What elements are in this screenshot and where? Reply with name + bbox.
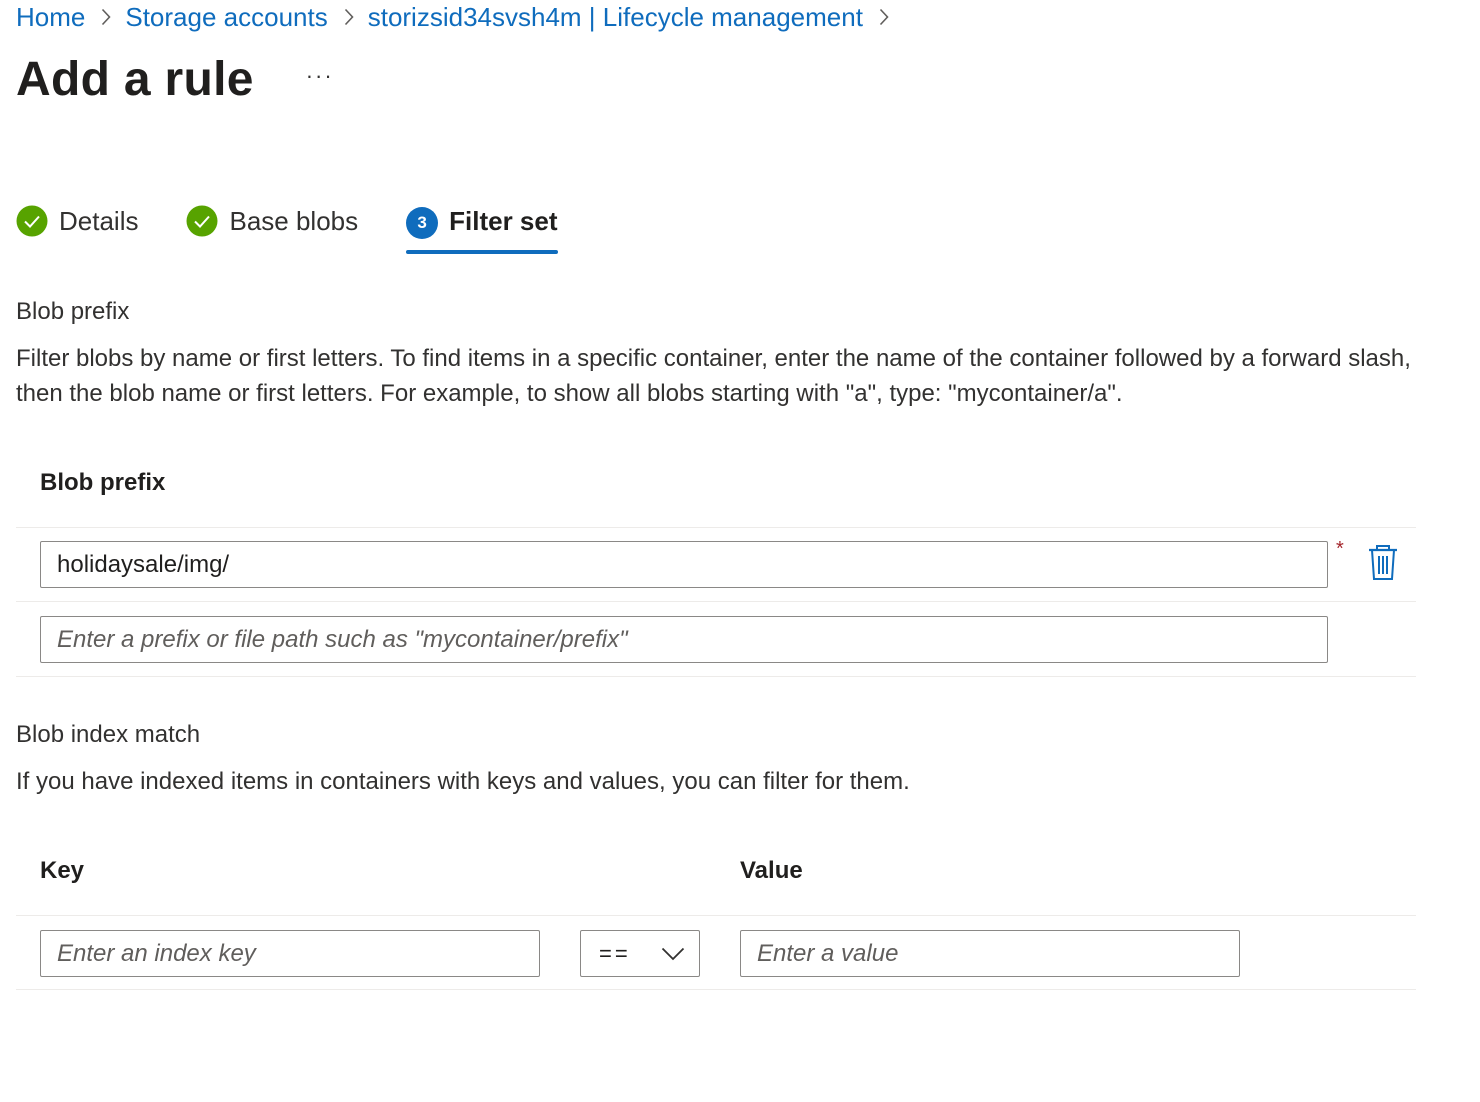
index-key-input[interactable] [40, 930, 540, 977]
blob-index-description: If you have indexed items in containers … [16, 768, 910, 795]
checkmark-circle-icon [16, 205, 48, 237]
tab-label: Details [59, 205, 139, 236]
divider [16, 527, 1416, 528]
index-value-input[interactable] [740, 930, 1240, 977]
divider [16, 676, 1416, 677]
chevron-right-icon [344, 8, 354, 26]
required-marker: * [1336, 538, 1344, 560]
tab-label: Filter set [449, 205, 558, 236]
operator-select[interactable]: == [580, 930, 700, 977]
divider [16, 989, 1416, 990]
blob-prefix-heading: Blob prefix [16, 298, 130, 325]
step-number-badge: 3 [406, 207, 439, 239]
chevron-right-icon [101, 8, 111, 26]
tab-base-blobs[interactable]: Base blobs [186, 196, 358, 246]
tab-details[interactable]: Details [16, 196, 138, 246]
divider [16, 915, 1416, 916]
chevron-right-icon [879, 8, 889, 26]
value-column-header: Value [740, 857, 803, 884]
operator-value: == [599, 940, 631, 966]
breadcrumb-lifecycle-management[interactable]: storizsid34svsh4m | Lifecycle management [368, 2, 863, 33]
chevron-down-icon [661, 947, 685, 960]
tab-filter-set[interactable]: 3 Filter set [406, 196, 558, 254]
blob-index-heading: Blob index match [16, 721, 201, 748]
trash-icon [1369, 545, 1397, 580]
tab-label: Base blobs [229, 205, 359, 236]
wizard-tabs: Details Base blobs 3 Filter set [16, 196, 606, 258]
key-column-header: Key [40, 857, 85, 884]
more-options-button[interactable]: ··· [304, 61, 336, 91]
breadcrumb: Home Storage accounts storizsid34svsh4m … [16, 0, 903, 34]
breadcrumb-home[interactable]: Home [16, 2, 85, 33]
blob-prefix-input[interactable] [40, 541, 1328, 588]
blob-prefix-column-header: Blob prefix [40, 469, 166, 496]
new-prefix-input[interactable] [40, 616, 1328, 663]
title-row: Add a rule ··· [16, 52, 336, 107]
page-title: Add a rule [16, 53, 254, 106]
delete-prefix-button[interactable] [1366, 544, 1400, 584]
breadcrumb-storage-accounts[interactable]: Storage accounts [125, 2, 327, 33]
blob-prefix-description: Filter blobs by name or first letters. T… [16, 345, 1411, 407]
add-rule-page: Home Storage accounts storizsid34svsh4m … [0, 0, 1480, 1102]
checkmark-circle-icon [186, 205, 218, 237]
divider [16, 601, 1416, 602]
